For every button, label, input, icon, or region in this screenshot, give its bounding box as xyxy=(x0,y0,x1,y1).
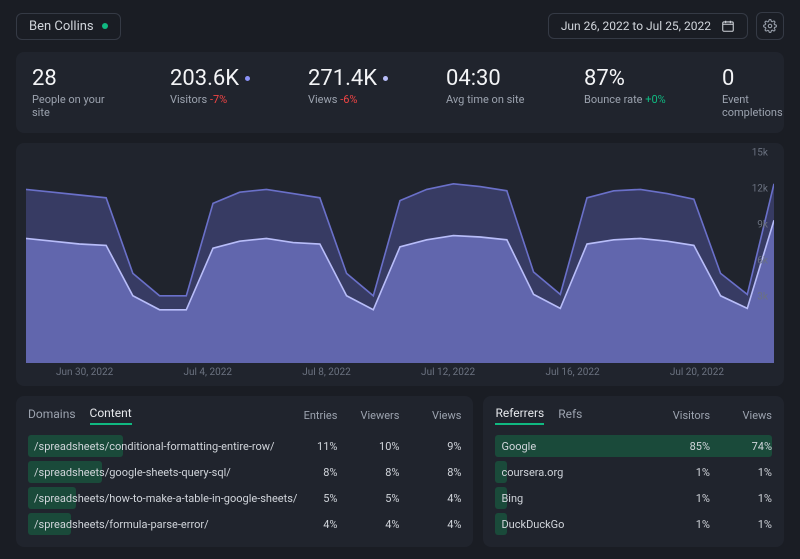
row-label: coursera.org xyxy=(495,466,670,479)
metric-label: Event completions xyxy=(722,93,800,119)
series-dot-icon xyxy=(245,76,250,81)
metric-value: 271.4K xyxy=(308,66,398,91)
metric-2[interactable]: 271.4K Views -6% xyxy=(308,66,398,119)
metric-5[interactable]: 0Event completions xyxy=(722,66,800,119)
series-dot-icon xyxy=(383,76,388,81)
row-value: 74% xyxy=(732,440,772,453)
row-value: 85% xyxy=(670,440,710,453)
metric-label: Views -6% xyxy=(308,93,398,106)
x-tick: Jul 8, 2022 xyxy=(302,367,351,378)
row-value: 4% xyxy=(359,518,399,531)
table-row[interactable]: Bing1%1% xyxy=(495,487,772,509)
row-label: /spreadsheets/google-sheets-query-sql/ xyxy=(28,466,297,479)
table-row[interactable]: /spreadsheets/formula-parse-error/4% 4% 4% xyxy=(28,513,461,535)
table-row[interactable]: /spreadsheets/google-sheets-query-sql/8%… xyxy=(28,461,461,483)
row-value: 1% xyxy=(670,492,710,505)
y-tick: 15k xyxy=(752,148,768,159)
x-tick: Jul 4, 2022 xyxy=(183,367,232,378)
tab-refs[interactable]: Refs xyxy=(558,407,582,424)
row-value: 1% xyxy=(670,518,710,531)
date-range-picker[interactable]: Jun 26, 2022 to Jul 25, 2022 xyxy=(548,13,748,39)
x-tick: Jul 16, 2022 xyxy=(545,367,599,378)
row-value: 9% xyxy=(421,440,461,453)
metric-value: 28 xyxy=(32,66,122,91)
metric-label: People on your site xyxy=(32,93,122,119)
settings-button[interactable] xyxy=(756,12,784,40)
row-value: 8% xyxy=(421,466,461,479)
row-value: 8% xyxy=(359,466,399,479)
table-row[interactable]: Google85% 74% xyxy=(495,435,772,457)
tab-domains[interactable]: Domains xyxy=(28,407,76,424)
metric-value: 87% xyxy=(584,66,674,91)
row-value: 5% xyxy=(297,492,337,505)
row-value: 4% xyxy=(421,492,461,505)
content-headers: Entries Viewers Views xyxy=(297,409,461,422)
metric-value: 203.6K xyxy=(170,66,260,91)
metric-1[interactable]: 203.6K Visitors -7% xyxy=(170,66,260,119)
table-row[interactable]: coursera.org1%1% xyxy=(495,461,772,483)
content-panel: Domains Content Entries Viewers Views /s… xyxy=(16,396,473,547)
y-tick: 9k xyxy=(757,220,768,231)
table-row[interactable]: /spreadsheets/conditional-formatting-ent… xyxy=(28,435,461,457)
row-value: 1% xyxy=(732,518,772,531)
y-tick: 3k xyxy=(757,292,768,303)
metric-label: Avg time on site xyxy=(446,93,536,106)
referrers-panel: Referrers Refs Visitors Views Google85% 7… xyxy=(483,396,784,547)
metric-label: Visitors -7% xyxy=(170,93,260,106)
row-value: 4% xyxy=(421,518,461,531)
traffic-chart-card: 3k 6k 9k 12k 15k Jun 30, 2022 Jul 4, 2022 Jul … xyxy=(16,143,784,386)
gear-icon xyxy=(763,19,777,33)
metric-label: Bounce rate +0% xyxy=(584,93,674,106)
table-row[interactable]: DuckDuckGo1%1% xyxy=(495,513,772,535)
row-label: /spreadsheets/formula-parse-error/ xyxy=(28,518,297,531)
row-label: Google xyxy=(495,440,670,453)
user-picker[interactable]: Ben Collins xyxy=(16,13,121,40)
x-tick: Jun 30, 2022 xyxy=(56,367,113,378)
row-label: /spreadsheets/how-to-make-a-table-in-goo… xyxy=(28,492,297,505)
metric-4[interactable]: 87% Bounce rate +0% xyxy=(584,66,674,119)
status-dot-icon xyxy=(102,23,108,29)
row-value: 5% xyxy=(359,492,399,505)
row-label: DuckDuckGo xyxy=(495,518,670,531)
row-value: 1% xyxy=(670,466,710,479)
y-tick: 12k xyxy=(752,184,768,195)
row-value: 1% xyxy=(732,466,772,479)
user-name: Ben Collins xyxy=(29,19,94,34)
calendar-icon xyxy=(721,19,735,33)
table-row[interactable]: /spreadsheets/how-to-make-a-table-in-goo… xyxy=(28,487,461,509)
tab-content[interactable]: Content xyxy=(90,406,132,425)
row-label: /spreadsheets/conditional-formatting-ent… xyxy=(28,440,297,453)
metric-value: 0 xyxy=(722,66,800,91)
referrers-headers: Visitors Views xyxy=(670,409,772,422)
row-value: 10% xyxy=(359,440,399,453)
metric-0[interactable]: 28People on your site xyxy=(32,66,122,119)
tab-referrers[interactable]: Referrers xyxy=(495,406,544,425)
row-value: 4% xyxy=(297,518,337,531)
topbar: Ben Collins Jun 26, 2022 to Jul 25, 2022 xyxy=(16,12,784,40)
x-tick: Jul 12, 2022 xyxy=(421,367,475,378)
date-range-text: Jun 26, 2022 to Jul 25, 2022 xyxy=(561,19,711,33)
metric-value: 04:30 xyxy=(446,66,536,91)
x-tick: Jul 20, 2022 xyxy=(670,367,724,378)
metrics-bar: 28People on your site 203.6K Visitors -7%… xyxy=(16,52,784,133)
y-tick: 6k xyxy=(757,256,768,267)
row-label: Bing xyxy=(495,492,670,505)
chart-x-axis: Jun 30, 2022 Jul 4, 2022 Jul 8, 2022 Jul 12… xyxy=(26,363,774,378)
traffic-area-chart[interactable] xyxy=(26,153,774,363)
row-value: 11% xyxy=(297,440,337,453)
row-value: 1% xyxy=(732,492,772,505)
metric-3[interactable]: 04:30 Avg time on site xyxy=(446,66,536,119)
row-value: 8% xyxy=(297,466,337,479)
